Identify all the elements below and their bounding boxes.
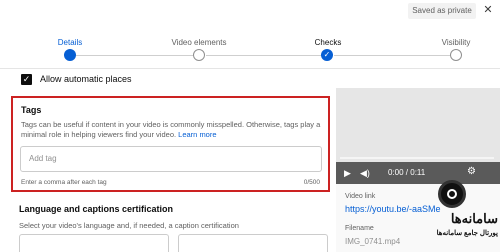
step-details-dot[interactable]	[64, 49, 76, 61]
language-description: Select your video's language and, if nee…	[19, 221, 239, 230]
close-icon[interactable]: ✕	[481, 3, 495, 17]
watermark-logo: سامانه‌ها پورتال جامع سامانه‌ها	[418, 180, 498, 246]
play-icon[interactable]: ▶	[344, 167, 351, 179]
step-track	[334, 55, 451, 56]
tag-input[interactable]: Add tag	[20, 146, 322, 172]
tags-description: Tags can be useful if content in your vi…	[21, 120, 321, 140]
volume-icon[interactable]: ◀)	[360, 167, 370, 179]
step-video-elements[interactable]: Video elements	[159, 38, 239, 47]
step-track	[206, 55, 323, 56]
allow-places-row[interactable]: ✓ Allow automatic places	[21, 73, 132, 85]
caption-certification-select[interactable]	[178, 234, 328, 252]
allow-places-label: Allow automatic places	[40, 74, 132, 84]
video-progress-bar[interactable]	[340, 157, 494, 159]
step-video-elements-dot[interactable]	[193, 49, 205, 61]
upload-stepper: Details Video elements Checks Visibility…	[0, 36, 500, 68]
filename-label: Filename	[345, 225, 374, 232]
step-visibility-dot[interactable]	[450, 49, 462, 61]
watermark-title: سامانه‌ها	[450, 211, 498, 226]
video-link-label: Video link	[345, 193, 376, 200]
tags-section: Tags Tags can be useful if content in yo…	[11, 96, 330, 192]
top-bar: Saved as private ✕	[0, 0, 500, 22]
language-title: Language and captions certification	[19, 204, 174, 214]
divider	[0, 68, 500, 69]
tags-count: 0/500	[303, 179, 320, 186]
saved-as-private-button[interactable]: Saved as private	[408, 3, 476, 19]
step-track	[76, 55, 193, 56]
logo-icon	[438, 180, 466, 208]
check-icon[interactable]: ✓	[321, 49, 333, 61]
filename-value: IMG_0741.mp4	[345, 237, 401, 246]
checkbox-checked-icon[interactable]: ✓	[21, 73, 32, 85]
step-visibility[interactable]: Visibility	[416, 38, 496, 47]
tags-hint: Enter a comma after each tag	[21, 179, 107, 186]
learn-more-link[interactable]: Learn more	[178, 130, 216, 139]
step-checks[interactable]: Checks	[288, 38, 368, 47]
player-time: 0:00 / 0:11	[388, 168, 426, 177]
tags-description-text: Tags can be useful if content in your vi…	[21, 120, 321, 139]
step-details[interactable]: Details	[30, 38, 110, 47]
gear-icon[interactable]: ⚙	[467, 166, 476, 178]
tags-title: Tags	[21, 105, 42, 115]
watermark-subtitle: پورتال جامع سامانه‌ها	[436, 230, 498, 237]
video-language-select[interactable]	[19, 234, 169, 252]
